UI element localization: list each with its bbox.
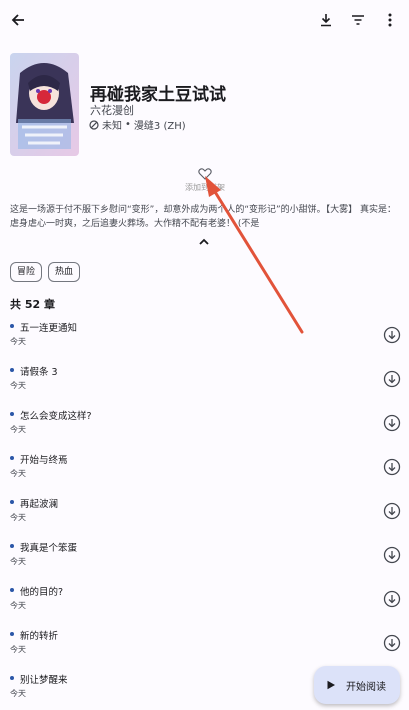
unread-dot — [10, 368, 14, 372]
download-circle-icon[interactable] — [383, 546, 401, 564]
filter-icon[interactable] — [346, 8, 370, 32]
genre-tag[interactable]: 冒险 — [10, 262, 43, 282]
add-to-library-button[interactable]: 添加到书架 — [180, 168, 230, 193]
block-icon — [89, 119, 99, 130]
add-to-library-label: 添加到书架 — [185, 183, 225, 192]
download-circle-icon[interactable] — [383, 414, 401, 432]
chapter-title: 他的目的? — [20, 587, 64, 598]
chapter-title: 怎么会变成这样? — [20, 411, 92, 422]
chapter-title: 我真是个笨蛋 — [20, 543, 78, 554]
download-circle-icon[interactable] — [383, 634, 401, 652]
unread-dot — [10, 676, 14, 680]
chapter-date: 今天 — [10, 381, 26, 390]
top-app-bar — [0, 0, 409, 40]
download-circle-icon[interactable] — [383, 590, 401, 608]
chapter-date: 今天 — [10, 513, 26, 522]
unread-dot — [10, 456, 14, 460]
start-reading-button[interactable]: 开始阅读 — [314, 666, 400, 704]
play-icon — [327, 680, 335, 690]
chapter-count: 共 52 章 — [10, 298, 55, 311]
chapter-date: 今天 — [10, 469, 26, 478]
chapter-title: 别让梦醒来 — [20, 675, 68, 686]
chapter-date: 今天 — [10, 645, 26, 654]
download-circle-icon[interactable] — [383, 326, 401, 344]
start-reading-label: 开始阅读 — [346, 681, 386, 693]
chapter-row[interactable]: 我真是个笨蛋 今天 — [0, 536, 409, 580]
chapter-date: 今天 — [10, 689, 26, 698]
chapter-date: 今天 — [10, 557, 26, 566]
chevron-up-icon[interactable] — [196, 234, 212, 248]
arrow-back-icon[interactable] — [6, 8, 30, 32]
unread-dot — [10, 412, 14, 416]
chapter-title: 新的转折 — [20, 631, 59, 642]
chapter-title: 开始与终焉 — [20, 455, 68, 466]
status-separator: • — [125, 119, 131, 130]
chapter-title: 请假条 3 — [20, 367, 58, 378]
manga-cover[interactable] — [10, 53, 79, 156]
status-line: 未知 • 漫缝3 (ZH) — [89, 117, 186, 132]
chapter-row[interactable]: 他的目的? 今天 — [0, 580, 409, 624]
download-circle-icon[interactable] — [383, 502, 401, 520]
chapter-row[interactable]: 新的转折 今天 — [0, 624, 409, 668]
chapter-date: 今天 — [10, 601, 26, 610]
chapter-date: 今天 — [10, 425, 26, 434]
chapter-row[interactable]: 请假条 3 今天 — [0, 360, 409, 404]
manga-description[interactable]: 这是一场源于付不服下乡慰问“变形”，却意外成为两个人的“变形记”的小甜饼。【大雾… — [10, 203, 402, 231]
chapter-row[interactable]: 五一连更通知 今天 — [0, 316, 409, 360]
genre-tag[interactable]: 热血 — [48, 262, 81, 282]
download-circle-icon[interactable] — [383, 370, 401, 388]
chapter-title: 再起波澜 — [20, 499, 59, 510]
more-vert-icon[interactable] — [378, 8, 402, 32]
source-text: 漫缝3 (ZH) — [133, 121, 186, 132]
unread-dot — [10, 500, 14, 504]
unread-dot — [10, 324, 14, 328]
chapter-row[interactable]: 开始与终焉 今天 — [0, 448, 409, 492]
heart-outline-icon — [198, 168, 212, 180]
unread-dot — [10, 588, 14, 592]
chapter-list: 五一连更通知 今天 请假条 3 今天 怎么会变成这样? 今天 开始与终焉 今天 … — [0, 316, 409, 710]
genre-tags: 冒险 热血 — [10, 262, 81, 282]
manga-author[interactable]: 六花漫创 — [90, 102, 134, 118]
status-text: 未知 — [102, 121, 122, 132]
chapter-row[interactable]: 怎么会变成这样? 今天 — [0, 404, 409, 448]
unread-dot — [10, 544, 14, 548]
chapter-title: 五一连更通知 — [20, 323, 78, 334]
download-icon[interactable] — [314, 8, 338, 32]
download-circle-icon[interactable] — [383, 458, 401, 476]
unread-dot — [10, 632, 14, 636]
chapter-row[interactable]: 再起波澜 今天 — [0, 492, 409, 536]
chapter-date: 今天 — [10, 337, 26, 346]
